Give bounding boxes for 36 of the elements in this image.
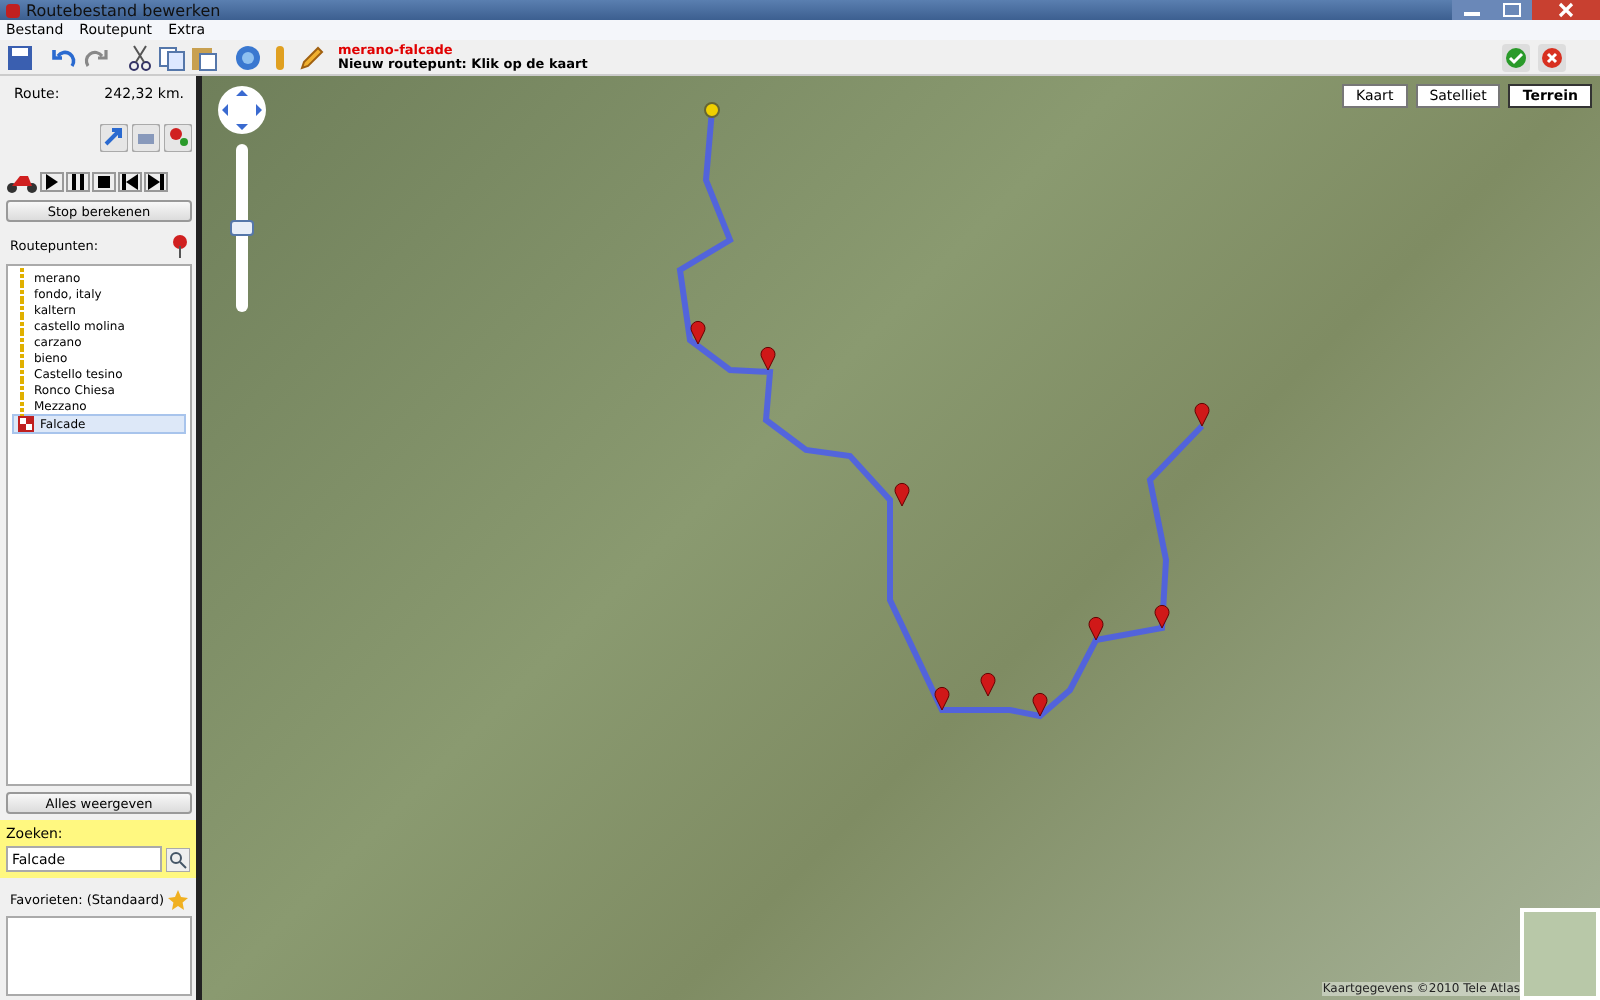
map-pin[interactable]	[690, 320, 706, 345]
confirm-icon[interactable]	[1502, 43, 1530, 71]
save-icon[interactable]	[6, 43, 34, 71]
zoom-slider[interactable]	[236, 144, 248, 312]
map-pin[interactable]	[1088, 616, 1104, 641]
pause-button[interactable]	[66, 172, 90, 192]
stop-button[interactable]	[92, 172, 116, 192]
flag-icon	[18, 416, 34, 432]
map-pin[interactable]	[980, 672, 996, 697]
maximize-button[interactable]	[1492, 0, 1532, 20]
start-marker[interactable]	[704, 102, 720, 118]
skip-forward-button[interactable]	[144, 172, 168, 192]
map-pin[interactable]	[1154, 604, 1170, 629]
motorcycle-icon	[6, 170, 38, 194]
app-icon	[6, 3, 20, 17]
copy-icon[interactable]	[158, 43, 186, 71]
zoom-slider-thumb[interactable]	[230, 220, 254, 236]
close-button[interactable]	[1532, 0, 1600, 20]
skip-back-button[interactable]	[118, 172, 142, 192]
cut-icon[interactable]	[126, 43, 154, 71]
cancel-icon[interactable]	[1538, 43, 1566, 71]
globe-icon[interactable]	[234, 43, 262, 71]
search-icon[interactable]	[166, 847, 190, 871]
pins-icon[interactable]	[164, 124, 192, 152]
window-title: Routebestand bewerken	[26, 1, 221, 19]
paste-icon[interactable]	[190, 43, 218, 71]
map-pin[interactable]	[934, 686, 950, 711]
map-pin[interactable]	[1032, 692, 1048, 717]
minimize-button[interactable]	[1452, 0, 1492, 20]
map-pin[interactable]	[760, 346, 776, 371]
play-button[interactable]	[40, 172, 64, 192]
pan-control[interactable]	[216, 84, 268, 136]
star-icon[interactable]	[168, 890, 188, 910]
map-pin[interactable]	[894, 482, 910, 507]
arrows-icon[interactable]	[100, 124, 128, 152]
map-pin[interactable]	[1194, 402, 1210, 427]
